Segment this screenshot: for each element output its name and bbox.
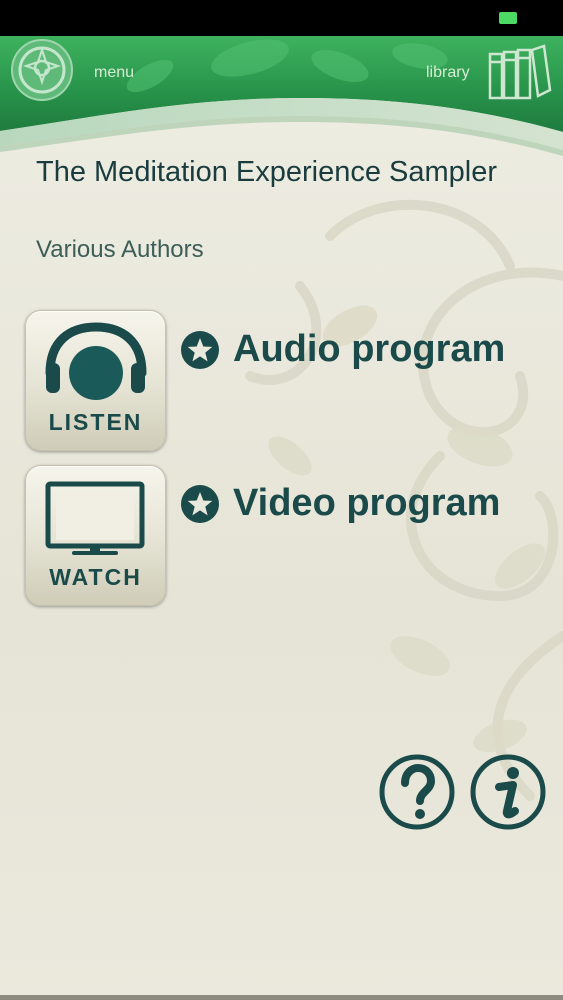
book-title: The Meditation Experience Sampler — [36, 156, 498, 188]
star-badge-icon — [181, 484, 219, 523]
header-bar — [0, 36, 563, 156]
audio-program-label: Audio program — [233, 328, 506, 370]
star-badge-icon — [181, 330, 219, 369]
headphones-icon — [45, 322, 147, 400]
info-icon[interactable] — [469, 753, 547, 831]
status-bar — [0, 0, 563, 36]
video-program-link[interactable]: Video program — [180, 482, 500, 525]
listen-button[interactable]: LISTEN — [25, 310, 166, 451]
video-program-label: Video program — [233, 482, 501, 524]
battery-icon — [499, 12, 517, 24]
library-label[interactable]: library — [426, 64, 470, 82]
library-books-icon[interactable] — [486, 42, 552, 102]
header-background — [0, 36, 563, 156]
question-mark-icon[interactable] — [378, 753, 456, 831]
watch-button[interactable]: WATCH — [25, 465, 166, 606]
menu-emblem-icon[interactable] — [10, 38, 74, 102]
listen-label: LISTEN — [48, 409, 143, 435]
book-author: Various Authors — [36, 236, 204, 263]
audio-program-link[interactable]: Audio program — [180, 328, 505, 371]
watch-label: WATCH — [49, 564, 142, 590]
menu-label[interactable]: menu — [94, 64, 134, 82]
bottom-divider — [0, 995, 563, 1000]
monitor-icon — [45, 481, 145, 555]
